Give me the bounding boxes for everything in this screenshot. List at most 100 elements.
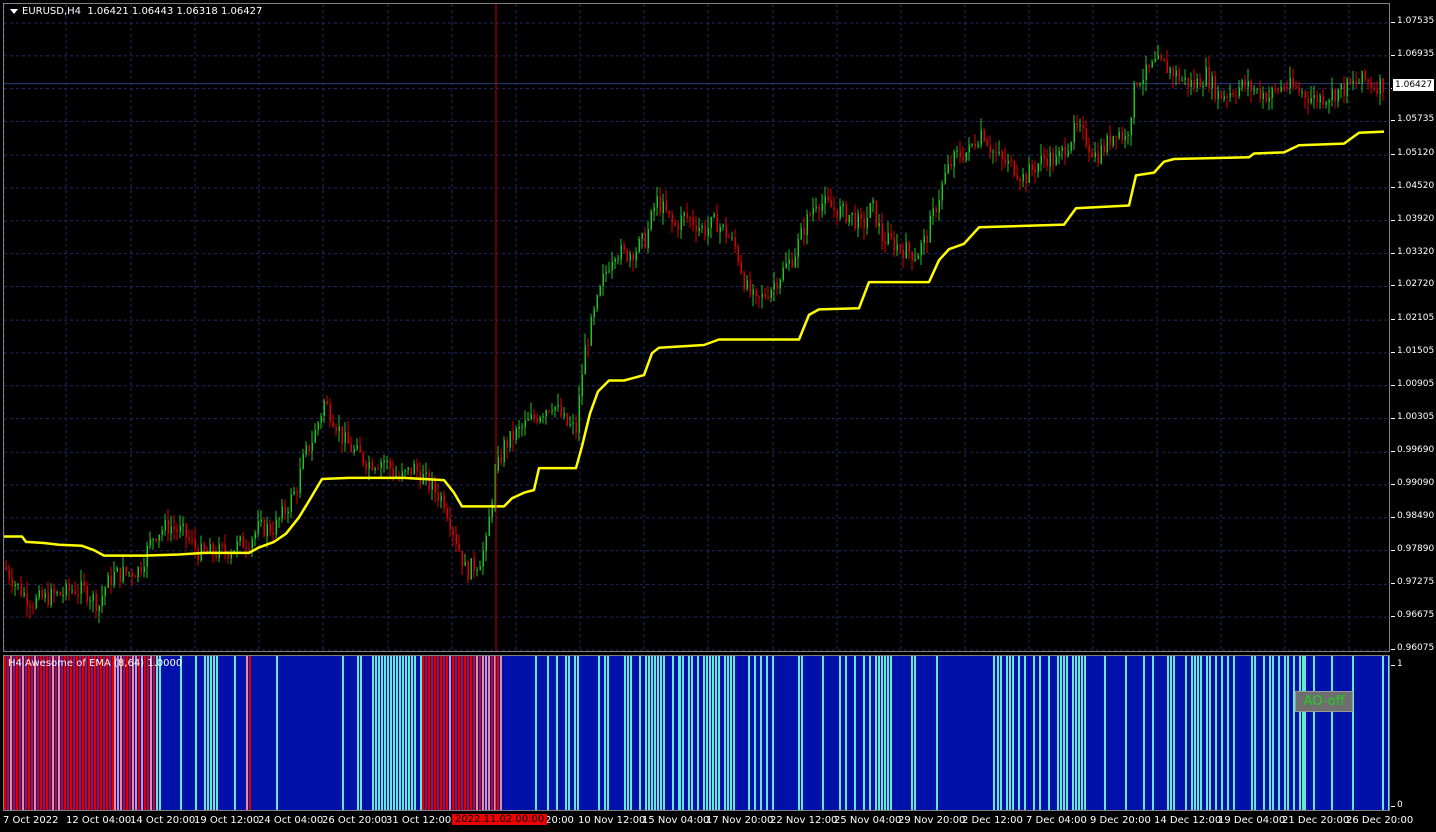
candle-body — [311, 442, 313, 452]
ao-bar — [1254, 656, 1256, 810]
candle-body — [1325, 102, 1327, 105]
candle-body — [881, 223, 883, 242]
candle-body — [1100, 145, 1102, 164]
ao-bar — [1104, 656, 1106, 810]
candle-body — [50, 588, 52, 606]
ao-bar — [100, 656, 102, 810]
candle-body — [1202, 85, 1204, 88]
candle-body — [1166, 61, 1168, 74]
candle-body — [875, 200, 877, 227]
candle-body — [251, 538, 253, 549]
candle-body — [941, 183, 943, 201]
ao-bar — [52, 656, 54, 810]
candle-body — [119, 567, 121, 582]
candle-body — [944, 172, 946, 184]
candle-body — [908, 242, 910, 253]
ao-bar — [246, 656, 248, 810]
ao-bar — [1251, 656, 1253, 810]
candle-body — [1181, 79, 1183, 81]
date-tick-label: 2 Dec 12:00 — [962, 815, 1023, 826]
ao-bar — [82, 656, 84, 810]
candle-body — [1304, 91, 1306, 99]
candle-body — [290, 494, 292, 512]
candle-body — [707, 227, 709, 236]
candle-body — [653, 207, 655, 212]
candle-body — [236, 541, 238, 551]
candle-body — [992, 151, 994, 153]
candle-body — [1301, 91, 1303, 93]
candle-body — [884, 241, 886, 245]
candle-body — [1034, 169, 1036, 173]
ao-bar — [204, 656, 206, 810]
ao-bar — [58, 656, 60, 810]
candle-body — [1256, 88, 1258, 90]
candle-body — [407, 467, 409, 471]
ao-bar — [1331, 656, 1333, 810]
candle-body — [1208, 67, 1210, 89]
ao-bar — [822, 656, 824, 810]
ao-bar — [1009, 656, 1011, 810]
ao-bar — [120, 656, 122, 810]
ao-bar — [150, 656, 152, 810]
candle-body — [644, 233, 646, 248]
ao-bar — [863, 656, 865, 810]
candle-body — [1004, 158, 1006, 164]
candle-body — [11, 578, 13, 587]
candle-body — [857, 213, 859, 229]
ao-bar — [881, 656, 883, 810]
candle-body — [839, 206, 841, 219]
ao-bar — [479, 656, 481, 810]
candle-body — [110, 575, 112, 586]
candle-body — [767, 296, 769, 299]
candle-body — [566, 413, 568, 426]
candle-body — [800, 228, 802, 240]
candle-body — [827, 196, 829, 201]
ao-bar — [375, 656, 377, 810]
candle-body — [1196, 78, 1198, 88]
candle-body — [533, 414, 535, 419]
ao-bar — [1272, 656, 1274, 810]
candle-body — [101, 595, 103, 606]
candle-body — [440, 495, 442, 501]
candle-body — [65, 583, 67, 596]
ao-bar — [1197, 656, 1199, 810]
candle-body — [386, 460, 388, 462]
price-chart-pane[interactable]: EURUSD,H4 1.06421 1.06443 1.06318 1.0642… — [3, 3, 1390, 652]
candle-body — [107, 575, 109, 588]
candle-body — [725, 224, 727, 237]
candle-body — [53, 588, 55, 594]
dropdown-triangle-icon[interactable] — [10, 8, 18, 14]
ao-toggle-button[interactable]: AO-off — [1295, 691, 1353, 712]
ao-bar — [393, 656, 395, 810]
candle-body — [770, 289, 772, 299]
candle-body — [890, 232, 892, 238]
ao-bar — [657, 656, 659, 810]
ao-bar — [1018, 656, 1020, 810]
candle-body — [305, 445, 307, 455]
ao-bar — [470, 656, 472, 810]
ao-bar — [688, 656, 690, 810]
candle-body — [506, 440, 508, 448]
indicator-tick-label: 0 — [1391, 800, 1403, 810]
price-tick-label: 0.96675 — [1390, 610, 1435, 621]
candle-body — [1163, 58, 1165, 62]
ao-bar — [147, 656, 149, 810]
date-tick-label: 15 Nov 04:00 — [642, 815, 710, 826]
candle-body — [1175, 70, 1177, 77]
date-tick-label: 19 Dec 04:00 — [1218, 815, 1286, 826]
candle-body — [515, 428, 517, 440]
candle-body — [848, 214, 850, 223]
date-tick-label: 22 Nov 12:00 — [770, 815, 838, 826]
ao-bar — [405, 656, 407, 810]
candle-body — [284, 506, 286, 514]
indicator-pane[interactable]: H4 Awesome of EMA (8,64) 1.0000 — [3, 655, 1390, 811]
candle-body — [938, 200, 940, 213]
candle-body — [338, 426, 340, 432]
ao-bar — [22, 656, 24, 810]
candle-body — [1106, 135, 1108, 153]
ao-bar — [437, 656, 439, 810]
ao-bar — [1388, 656, 1389, 810]
date-tick-label: 25 Nov 04:00 — [834, 815, 902, 826]
candle-body — [437, 492, 439, 501]
candle-body — [911, 252, 913, 261]
